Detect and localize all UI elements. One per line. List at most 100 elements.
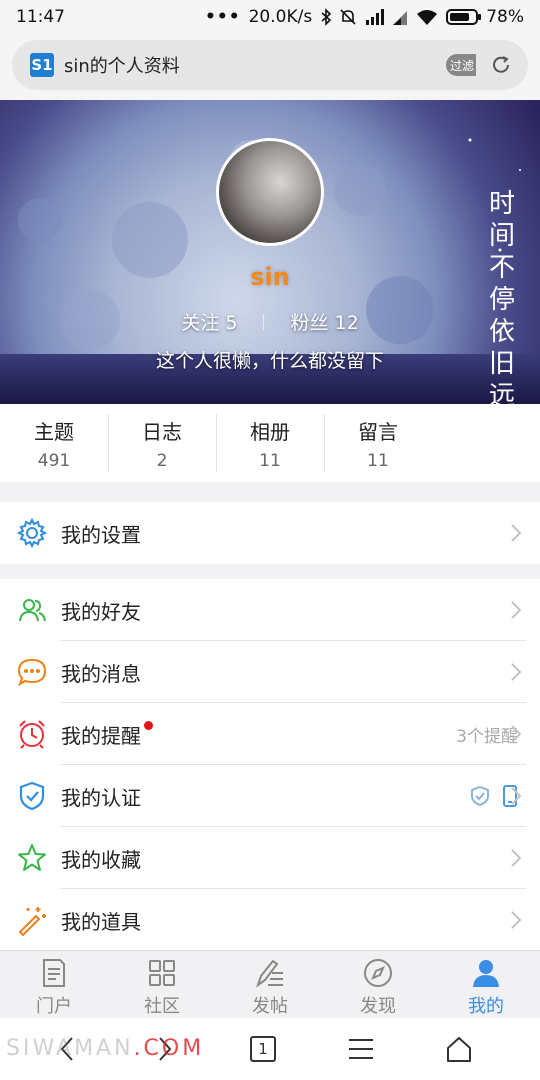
magic-wand-icon [16,904,48,936]
menu-item-label: 我的认证 [61,785,141,810]
menu-item-label-text: 我的提醒 [61,723,141,748]
chevron-right-icon [511,663,522,681]
stat-label: 日志 [142,420,182,444]
stat-messages[interactable]: 留言 11 [324,404,432,482]
bio-text: 这个人很懒，什么都没留下 [155,350,384,372]
verified-shield-icon [471,785,489,807]
chevron-right-icon [511,849,522,867]
stat-value: 491 [37,451,71,471]
profile-banner: 时间不停依旧远行 sin 关注 5 粉丝 12 这个人很懒，什么都没留下 [0,100,540,404]
follow-stats: 关注 5 粉丝 12 [0,308,540,335]
tab-discover[interactable]: 发现 [324,951,432,1018]
unread-dot [144,720,153,730]
mute-icon [340,9,356,25]
friends-icon [16,594,48,626]
forward-button[interactable] [116,1018,214,1080]
stat-blogs[interactable]: 日志 2 [108,404,216,482]
tab-label: 我的 [468,996,504,1017]
star-icon [16,842,48,874]
network-speed: 20.0K/s [248,7,313,27]
more-dots: ••• [205,7,241,27]
menu-item-label: 我的收藏 [61,847,141,872]
reminder-count: 3个提醒 [456,726,518,747]
settings-section: 我的设置 [0,502,540,564]
menu-item-label: 我的道具 [61,909,141,934]
home-button[interactable] [410,1018,508,1080]
stat-albums[interactable]: 相册 11 [216,404,324,482]
menu-item-favorites[interactable]: 我的收藏 [0,827,540,889]
battery-icon [446,9,482,25]
tab-label: 社区 [144,996,180,1017]
alarm-icon [16,718,48,750]
menu-item-messages[interactable]: 我的消息 [0,641,540,703]
username: sin [250,263,290,291]
grid-icon [149,960,175,986]
menu-item-friends[interactable]: 我的好友 [0,579,540,641]
filter-button[interactable]: 过滤 [446,54,476,76]
pen-icon [256,959,283,988]
menu-section: 我的好友 我的消息 我的提醒 3个提醒 我的认证 我的收藏 我的道具 [0,579,540,951]
tab-count-icon: 1 [250,1036,276,1062]
menu-item-label: 我的设置 [61,522,141,547]
bluetooth-icon [321,8,332,26]
profile-stats: 主题 491 日志 2 相册 11 留言 11 [0,404,540,482]
menu-item-label: 我的消息 [61,661,141,686]
page-title: sin的个人资料 [64,56,180,77]
hamburger-icon [349,1039,373,1059]
stat-value: 11 [259,451,281,471]
chevron-right-icon [511,601,522,619]
reload-icon[interactable] [490,54,512,76]
divider [263,313,265,330]
stat-label: 相册 [250,420,290,444]
chevron-right-icon [511,787,522,805]
tabs-button[interactable]: 1 [214,1018,312,1080]
tab-label: 门户 [36,996,72,1017]
following-link[interactable]: 关注 5 [181,308,237,335]
menu-item-settings[interactable]: 我的设置 [0,502,540,564]
browser-nav-bar: 1 [0,1018,540,1080]
browser-address-bar: S1 sin的个人资料 过滤 [0,34,540,100]
home-icon [447,1037,471,1062]
menu-item-props[interactable]: 我的道具 [0,889,540,951]
chevron-right-icon [511,911,522,929]
menu-item-verification[interactable]: 我的认证 [0,765,540,827]
status-bar: 11:47 ••• 20.0K/s 78% [0,0,540,34]
gear-icon [16,517,48,549]
fans-link[interactable]: 粉丝 12 [290,308,358,335]
tab-portal[interactable]: 门户 [0,951,108,1018]
chevron-right-icon [159,1037,172,1061]
url-field[interactable]: S1 sin的个人资料 过滤 [12,40,528,90]
tab-count: 1 [258,1040,268,1058]
menu-item-reminders[interactable]: 我的提醒 3个提醒 [0,703,540,765]
tab-mine[interactable]: 我的 [432,951,540,1018]
tab-community[interactable]: 社区 [108,951,216,1018]
status-time: 11:47 [16,7,65,27]
chevron-left-icon [60,1037,73,1061]
stat-threads[interactable]: 主题 491 [0,404,108,482]
menu-item-label: 我的提醒 [61,720,153,749]
message-icon [16,656,48,688]
shield-icon [16,780,48,812]
tab-label: 发帖 [252,996,288,1017]
chevron-right-icon [511,725,522,743]
stat-label: 主题 [34,420,74,444]
site-favicon-icon: S1 [30,53,54,77]
stat-value: 2 [156,451,168,471]
back-button[interactable] [18,1018,116,1080]
document-icon [43,959,65,987]
chevron-right-icon [511,524,522,542]
signal-hd-icon [366,9,385,25]
wifi-icon [417,10,438,25]
avatar[interactable] [216,138,324,246]
compass-icon [364,959,392,987]
person-icon [473,960,499,987]
tab-label: 发现 [360,996,396,1017]
menu-button[interactable] [312,1018,410,1080]
bottom-tab-bar: 门户 社区 发帖 发现 我的 [0,950,540,1018]
signal-icon [393,11,408,25]
stat-value: 11 [367,451,389,471]
menu-item-label: 我的好友 [61,599,141,624]
tab-post[interactable]: 发帖 [216,951,324,1018]
battery-percent: 78% [486,7,524,27]
stat-label: 留言 [358,420,398,444]
